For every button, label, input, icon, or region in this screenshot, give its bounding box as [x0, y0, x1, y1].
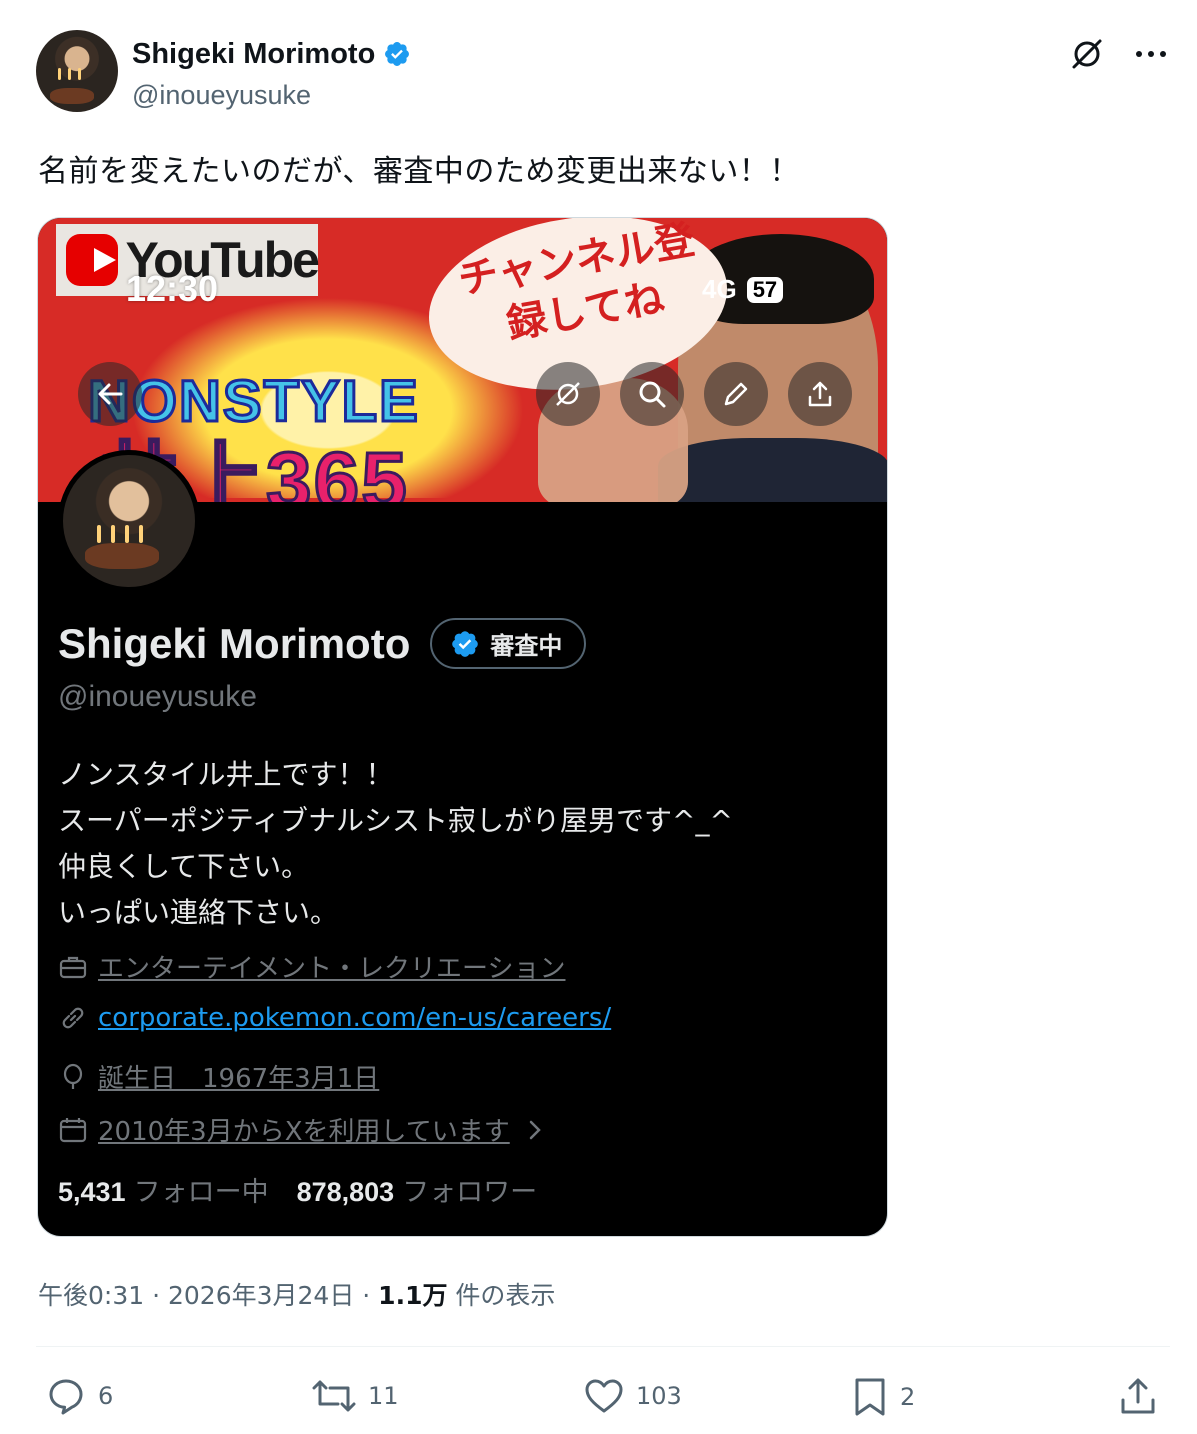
time-date: 午後0:31 · 2026年3月24日 · — [38, 1281, 379, 1310]
avatar-candle — [97, 525, 101, 543]
search-icon — [620, 362, 684, 426]
bookmark-button[interactable]: 2 — [852, 1376, 915, 1418]
repost-icon — [312, 1380, 356, 1412]
share-icon — [1121, 1378, 1155, 1414]
profile-name-row: Shigeki Morimoto 審査中 — [58, 618, 587, 669]
heart-icon — [585, 1379, 623, 1413]
bookmark-icon — [855, 1378, 885, 1416]
followers-count: 878,803 — [296, 1177, 395, 1207]
avatar-candle — [125, 525, 129, 543]
banner-shirt — [658, 438, 887, 502]
verified-badge-icon — [452, 630, 479, 657]
review-status-text: 審査中 — [490, 632, 563, 660]
avatar-candle — [139, 525, 143, 543]
avatar-candle — [111, 525, 115, 543]
edit-pen-icon — [704, 362, 768, 426]
share-button[interactable] — [1118, 1376, 1158, 1416]
views-label: 件の表示 — [447, 1281, 556, 1310]
views-count: 1.1万 — [378, 1281, 448, 1310]
author-handle[interactable]: @inoueyusuke — [132, 80, 411, 111]
author-avatar[interactable] — [36, 30, 118, 112]
link-icon — [62, 1007, 84, 1029]
profile-avatar — [58, 450, 200, 592]
avatar-cake — [85, 543, 159, 569]
header-actions — [1069, 36, 1167, 72]
like-count: 103 — [636, 1382, 682, 1410]
grok-icon — [536, 362, 600, 426]
author-block: Shigeki Morimoto @inoueyusuke — [132, 34, 411, 111]
reply-count: 6 — [98, 1382, 114, 1410]
followers-stat: 878,803 フォロワー — [297, 1170, 538, 1209]
like-button[interactable]: 103 — [584, 1376, 682, 1416]
followers-label: フォロワー — [402, 1177, 538, 1208]
profile-birthday: 誕生日 1967年3月1日 — [58, 1058, 379, 1095]
category-text: エンターテイメント・レクリエーション — [98, 954, 566, 984]
share-icon — [788, 362, 852, 426]
tweet-timestamp[interactable]: 午後0:31 · 2026年3月24日 · 1.1万 件の表示 — [38, 1276, 555, 1312]
reply-icon — [49, 1379, 83, 1415]
birthday-text: 誕生日 1967年3月1日 — [98, 1064, 380, 1094]
author-name[interactable]: Shigeki Morimoto — [132, 38, 375, 71]
bookmark-count: 2 — [900, 1383, 916, 1411]
following-stat: 5,431 フォロー中 — [58, 1170, 269, 1209]
profile-joined: 2010年3月からXを利用しています — [58, 1111, 550, 1148]
tweet-text: 名前を変えたいのだが、審査中のため変更出来ない！！ — [38, 154, 800, 189]
verified-badge-icon[interactable] — [383, 40, 411, 68]
more-options-icon[interactable] — [1135, 49, 1167, 59]
repost-count: 11 — [368, 1382, 399, 1410]
profile-handle: @inoueyusuke — [58, 680, 257, 713]
briefcase-icon — [59, 956, 87, 978]
joined-text: 2010年3月からXを利用しています — [98, 1117, 510, 1147]
avatar-candle — [78, 68, 81, 80]
balloon-icon — [63, 1063, 83, 1089]
avatar-candle — [68, 68, 71, 80]
review-badge: 審査中 — [430, 618, 587, 669]
calendar-icon — [59, 1117, 87, 1142]
avatar-candle — [58, 68, 61, 80]
tweet-actions: 6 11 103 2 — [46, 1376, 1166, 1420]
profile-link: corporate.pokemon.com/en-us/careers/ — [58, 1003, 611, 1033]
status-network: 4G 57 — [702, 274, 784, 305]
repost-button[interactable]: 11 — [312, 1376, 399, 1416]
grok-icon[interactable] — [1069, 36, 1105, 72]
back-arrow-icon — [78, 362, 142, 426]
reply-button[interactable]: 6 — [46, 1376, 113, 1416]
profile-url: corporate.pokemon.com/en-us/careers/ — [98, 1003, 612, 1033]
chevron-right-icon — [529, 1120, 541, 1139]
profile-name: Shigeki Morimoto — [58, 619, 411, 667]
follow-counts: 5,431 フォロー中 878,803 フォロワー — [58, 1170, 537, 1209]
profile-category: エンターテイメント・レクリエーション — [58, 948, 565, 985]
divider — [36, 1346, 1170, 1347]
battery-level: 57 — [746, 276, 784, 303]
following-count: 5,431 — [58, 1177, 126, 1207]
avatar-cake — [50, 88, 94, 104]
status-time: 12:30 — [126, 268, 219, 309]
following-label: フォロー中 — [133, 1177, 269, 1208]
profile-bio: ノンスタイル井上です！！ スーパーポジティブナルシスト寂しがり屋男です^_^ 仲… — [58, 758, 733, 929]
network-type: 4G — [702, 274, 737, 304]
tweet-media-image[interactable]: チャンネル登録してね YouTube NONSTYLE 井上365 12:30 … — [37, 217, 888, 1237]
youtube-play-icon — [66, 234, 118, 286]
